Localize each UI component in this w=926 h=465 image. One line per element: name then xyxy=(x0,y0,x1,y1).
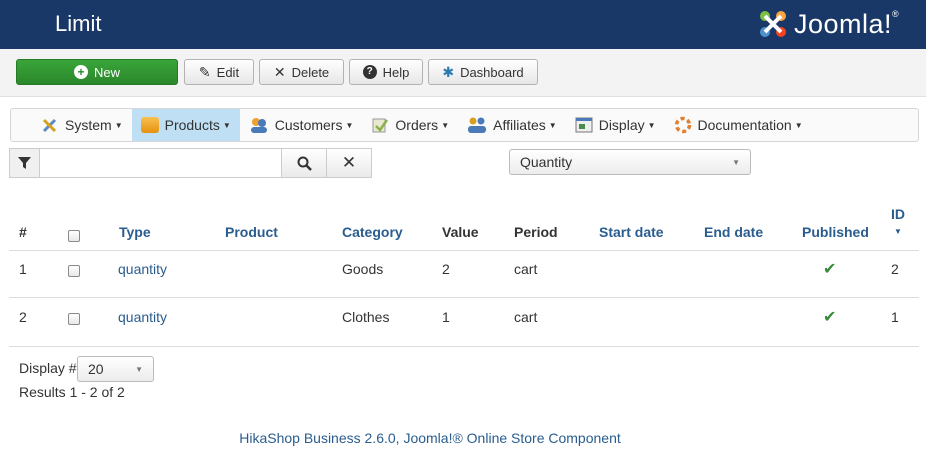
row-checkbox[interactable] xyxy=(68,313,80,325)
menu-item-label: Customers xyxy=(274,117,343,133)
divider xyxy=(9,250,919,251)
help-button-label: Help xyxy=(382,64,410,80)
filter-bar: ✕ xyxy=(9,148,372,178)
row-type-link[interactable]: quantity xyxy=(118,309,167,325)
header-bar: Limit Joomla! ® xyxy=(0,0,926,49)
affiliates-icon xyxy=(468,117,487,133)
documentation-icon xyxy=(674,116,691,134)
page-title: Limit xyxy=(55,11,102,36)
column-header-type[interactable]: Type xyxy=(119,224,151,240)
row-id: 2 xyxy=(891,261,899,277)
search-icon xyxy=(297,156,312,171)
plus-icon: + xyxy=(73,65,88,79)
close-icon: ✕ xyxy=(273,64,286,80)
close-icon: ✕ xyxy=(341,153,357,172)
column-header-num: # xyxy=(19,224,27,240)
menu-item-customers[interactable]: Customers ▼ xyxy=(240,109,363,141)
divider xyxy=(9,346,919,347)
menu-item-system[interactable]: System ▼ xyxy=(11,109,132,141)
edit-button-label: Edit xyxy=(216,64,240,80)
products-icon xyxy=(140,117,159,133)
column-header-product[interactable]: Product xyxy=(225,224,278,240)
caret-down-icon: ▼ xyxy=(345,120,354,130)
menu-item-label: Orders xyxy=(395,117,439,133)
help-button[interactable]: ? Help xyxy=(349,59,423,85)
row-period: cart xyxy=(514,309,538,325)
row-value: 1 xyxy=(442,309,450,325)
toolbar: + New ✎ Edit ✕ Delete ? Help ✱ Dashboard xyxy=(0,49,926,97)
chevron-down-icon: ▼ xyxy=(135,364,143,374)
row-category: Clothes xyxy=(342,309,390,325)
row-value: 2 xyxy=(442,261,450,277)
filter-toggle-button[interactable] xyxy=(9,148,40,178)
customers-icon xyxy=(250,118,267,133)
edit-button[interactable]: ✎ Edit xyxy=(184,59,254,85)
column-header-category[interactable]: Category xyxy=(342,224,403,240)
column-header-id[interactable]: ID xyxy=(891,206,905,222)
display-count-label: Display # xyxy=(19,360,77,376)
select-all-checkbox[interactable] xyxy=(68,230,80,242)
limit-type-select[interactable]: Quantity ▼ xyxy=(509,149,751,175)
caret-down-icon: ▼ xyxy=(548,120,557,130)
footer-link[interactable]: HikaShop Business 2.6.0, Joomla!® Online… xyxy=(0,430,860,446)
dashboard-icon: ✱ xyxy=(442,64,455,80)
row-num: 1 xyxy=(19,261,27,277)
dashboard-button[interactable]: ✱ Dashboard xyxy=(428,59,538,85)
column-header-end-date[interactable]: End date xyxy=(704,224,763,240)
edit-icon: ✎ xyxy=(198,64,211,80)
joomla-logo-icon xyxy=(760,11,786,37)
menu-item-documentation[interactable]: Documentation ▼ xyxy=(665,109,812,141)
dashboard-button-label: Dashboard xyxy=(460,64,524,80)
menu-item-label: Affiliates xyxy=(493,117,546,133)
divider xyxy=(9,297,919,298)
row-category: Goods xyxy=(342,261,384,277)
published-check-icon[interactable]: ✔ xyxy=(823,307,836,327)
menu-item-label: System xyxy=(65,117,112,133)
menu-item-label: Documentation xyxy=(697,117,792,133)
row-checkbox[interactable] xyxy=(68,265,80,277)
row-period: cart xyxy=(514,261,538,277)
joomla-logo-reg: ® xyxy=(892,9,899,19)
menu-item-label: Display xyxy=(598,117,645,133)
caret-down-icon: ▼ xyxy=(114,120,123,130)
delete-button-label: Delete xyxy=(291,64,330,80)
menu-item-orders[interactable]: Orders ▼ xyxy=(362,109,458,141)
caret-down-icon: ▼ xyxy=(647,120,656,130)
row-id: 1 xyxy=(891,309,899,325)
delete-button[interactable]: ✕ Delete xyxy=(259,59,344,85)
menu-item-label: Products xyxy=(164,117,220,133)
display-count-value: 20 xyxy=(88,361,104,377)
row-num: 2 xyxy=(19,309,27,325)
row-type-link[interactable]: quantity xyxy=(118,261,167,277)
caret-down-icon: ▼ xyxy=(441,120,450,130)
caret-down-icon: ▼ xyxy=(794,120,803,130)
clear-search-button[interactable]: ✕ xyxy=(327,148,372,178)
filter-icon xyxy=(18,156,31,169)
tools-icon xyxy=(42,118,57,133)
published-check-icon[interactable]: ✔ xyxy=(823,259,836,279)
column-header-period: Period xyxy=(514,224,558,240)
search-button[interactable] xyxy=(282,148,327,178)
menu-item-products[interactable]: Products ▼ xyxy=(131,109,240,141)
main-menu: System ▼ Products ▼ Customers ▼ Orders ▼… xyxy=(10,108,919,142)
column-header-value: Value xyxy=(442,224,479,240)
display-count-select[interactable]: 20 ▼ xyxy=(77,356,154,382)
limit-type-select-value: Quantity xyxy=(520,154,573,170)
joomla-logo-text: Joomla! xyxy=(794,8,893,39)
new-button-label: New xyxy=(93,64,120,80)
sort-desc-icon: ▼ xyxy=(894,227,902,236)
chevron-down-icon: ▼ xyxy=(732,157,740,167)
column-header-published[interactable]: Published xyxy=(802,224,869,240)
results-count: Results 1 - 2 of 2 xyxy=(19,384,125,400)
question-icon: ? xyxy=(362,65,377,79)
column-header-start-date[interactable]: Start date xyxy=(599,224,664,240)
orders-icon xyxy=(372,118,389,133)
joomla-logo[interactable]: Joomla! ® xyxy=(756,4,899,44)
search-input[interactable] xyxy=(40,148,282,178)
display-icon xyxy=(575,117,593,133)
menu-item-display[interactable]: Display ▼ xyxy=(566,109,665,141)
menu-item-affiliates[interactable]: Affiliates ▼ xyxy=(458,109,566,141)
new-button[interactable]: + New xyxy=(16,59,178,85)
caret-down-icon: ▼ xyxy=(222,120,231,130)
